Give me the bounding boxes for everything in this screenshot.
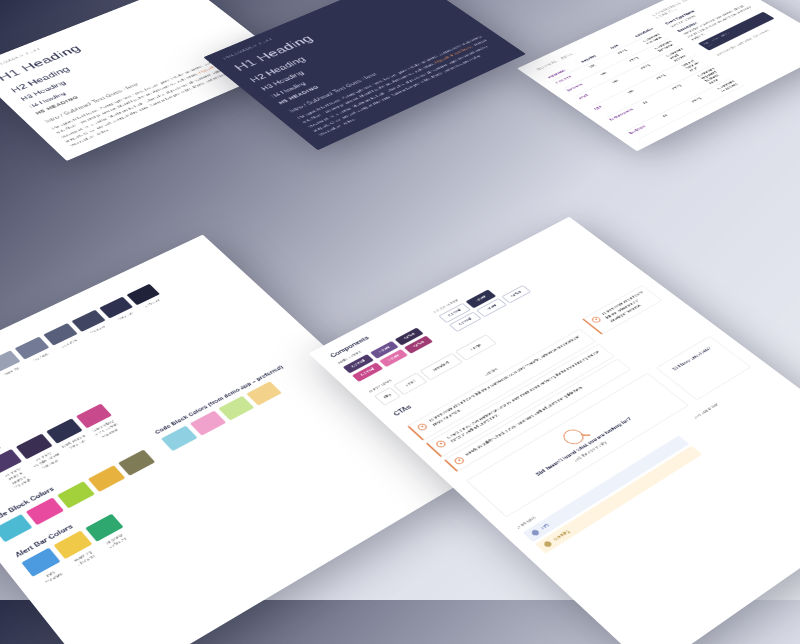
bulb-icon [453, 456, 466, 465]
hollow-button-normal-2[interactable]: Normal [449, 312, 482, 332]
color-swatch [0, 350, 21, 373]
color-swatch [15, 337, 50, 360]
main-buttons-title: Main Buttons [337, 323, 414, 365]
swatch-label: #737a95 [27, 350, 55, 365]
size-button-small[interactable]: Small [393, 373, 427, 395]
table-title-expandable: EXPANDABLE TABLE – CODE EXAMPLE [651, 0, 724, 19]
col-type: Type [609, 38, 632, 49]
components-title: Components [329, 228, 573, 358]
hollow-button-active-2[interactable]: Active [501, 285, 531, 304]
swatch-label: #2e3150 [112, 310, 139, 324]
color-swatch [43, 323, 77, 346]
cta-side[interactable]: To learn more about how to initiate, ref… [582, 285, 663, 335]
color-swatch [76, 404, 112, 429]
ctas-subtitle: Articles [401, 324, 577, 424]
code-snippet: POST /customers... [698, 12, 775, 51]
color-swatch [246, 381, 282, 405]
preloader-label: PRELOADER TEXT [0, 0, 183, 70]
primary-button-active[interactable]: Active [395, 328, 424, 346]
primary-button-normal[interactable]: Normal [343, 354, 374, 373]
alert-warn-text: Warning [552, 529, 571, 542]
bulb-icon [416, 423, 428, 432]
notfound-side-card[interactable]: Still have questions? [656, 336, 752, 401]
swatch-label: #1f2239 [139, 296, 165, 310]
cta-text: To learn more about how to initiate a Sa… [428, 334, 588, 428]
alert-info-text: Info [540, 523, 551, 531]
color-swatch [218, 396, 254, 421]
notfound-side-text: Still have questions? [671, 346, 714, 373]
color-swatch [190, 411, 226, 436]
cta-side-text: To learn more about how to initiate, ref… [601, 290, 655, 323]
warning-icon [543, 540, 553, 548]
col-description: Description [634, 27, 655, 37]
swatch-label: #404661 [84, 323, 111, 338]
size-button-tiny[interactable]: Tiny [374, 387, 401, 406]
paragraph-sample: Paragraph text here. Paragraph text here… [296, 35, 506, 138]
size-button-standard[interactable]: Standard [419, 353, 463, 381]
alert-colors-title: Alert Bar Colors [14, 378, 345, 559]
parameter-table: Parameter Required Type Description firs… [545, 26, 744, 139]
secondary-button-active[interactable]: Active [404, 336, 433, 354]
swatch-label: #9aa1b5 [0, 364, 26, 379]
secondary-button-normal[interactable]: Normal [352, 362, 383, 382]
grays-title: UI Gray Shades [0, 249, 205, 402]
hollow-button-hover-2[interactable]: Hover [476, 298, 506, 317]
text-swatches [0, 283, 248, 451]
size-button-large[interactable]: Large [455, 334, 497, 360]
components-panel: Components Main Buttons Normal Hover Act… [309, 217, 800, 644]
paragraph-a: Paragraph text here. Paragraph text here… [297, 35, 483, 124]
swatch-label: #585f7a [56, 336, 83, 351]
typography-panel-dark: PRELOADER TEXT H1 Heading H2 Heading H3 … [203, 0, 526, 150]
api-status-title: API Status Bar [693, 374, 766, 420]
hollow-button-hover[interactable]: Hover [466, 290, 496, 309]
desc-text: Description: A customer was created. Tim… [682, 2, 761, 42]
hollow-buttons-title: Hollow Buttons [433, 272, 510, 314]
preloader-label: PRELOADER TEXT [223, 0, 406, 60]
hollow-button-normal[interactable]: Normal [439, 303, 472, 323]
color-swatch [99, 297, 133, 319]
code-pref-title: Code Block Colors (from demo app – prefe… [154, 365, 285, 435]
ctas-title: CTAs [392, 278, 639, 417]
color-swatch [0, 514, 32, 542]
tables-panel: NORMAL TABLE Parameter Required Type Des… [517, 0, 800, 151]
swatch-label: Secondary Pink Button#c94a8c [89, 418, 127, 445]
info-icon [530, 529, 540, 537]
color-swatch [71, 310, 105, 332]
bulb-icon [434, 439, 447, 448]
primary-button-hover[interactable]: Hover [370, 341, 399, 359]
gray-swatches [0, 256, 219, 418]
breadcrumb: customers.list_verification_documents [715, 22, 785, 57]
colors-panel: UI Gray Shades #f4f5f9#e5e7ef#c3c8d6#9aa… [0, 235, 469, 644]
bulb-icon [590, 316, 602, 324]
color-swatch [126, 284, 160, 306]
button-sizes-title: Button Sizes [368, 259, 612, 393]
color-swatch [161, 426, 198, 452]
text-colors-title: Text Colors [0, 276, 234, 435]
secondary-button-hover[interactable]: Hover [379, 349, 408, 367]
